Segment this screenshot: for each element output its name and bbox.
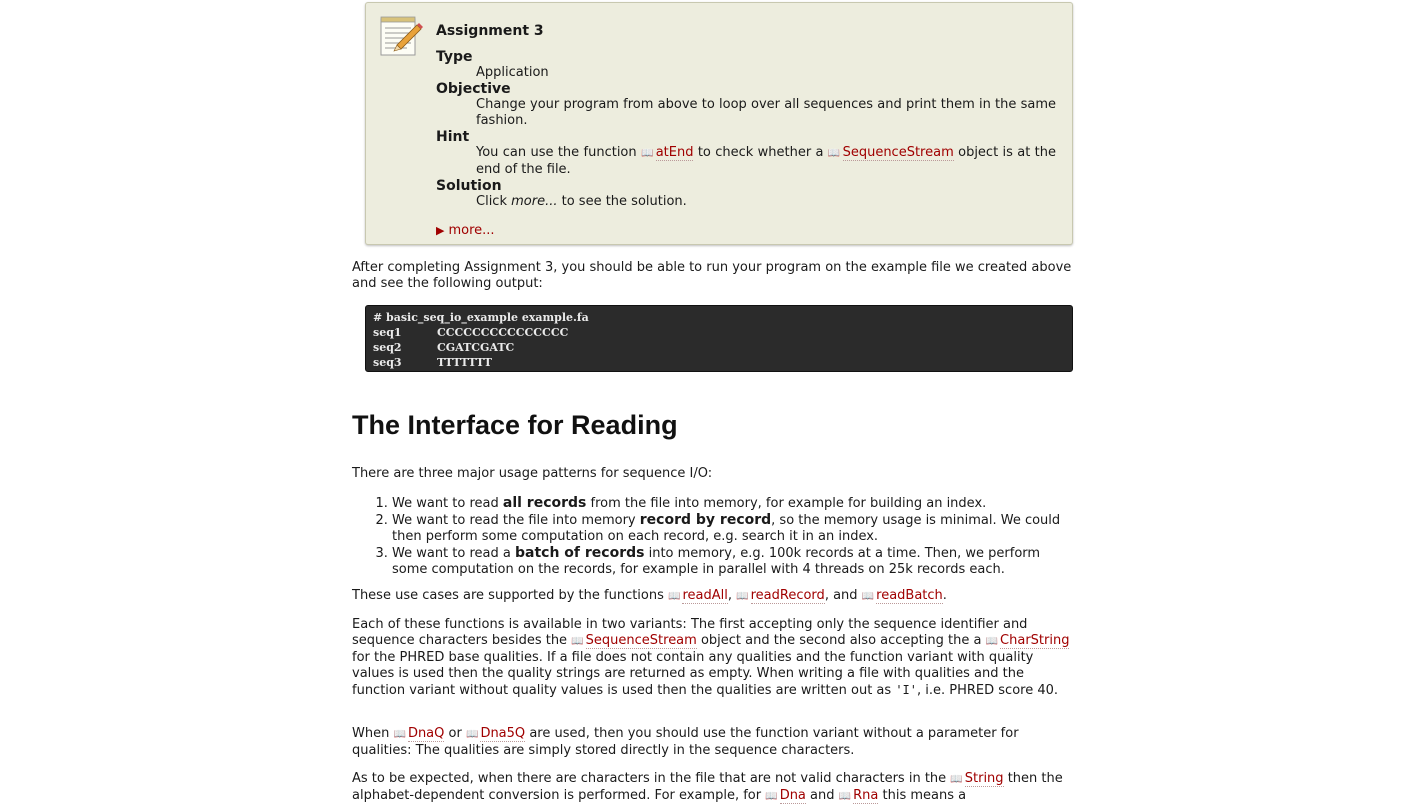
type-value: Application xyxy=(476,65,549,80)
code-row: seq3 TTTTTTT xyxy=(373,355,1065,370)
rna-link[interactable]: Rna xyxy=(853,788,879,804)
code-seq-name: seq2 xyxy=(373,341,402,354)
code-row: seq2 CGATCGATC xyxy=(373,340,1065,355)
solution-em: more... xyxy=(511,194,558,209)
intro-text: There are three major usage patterns for… xyxy=(352,466,713,481)
expected-text: As to be expected, when there are charac… xyxy=(352,771,1063,804)
notepad-pencil-icon xyxy=(380,16,423,56)
dnaq-text: When 📖 DnaQ or 📖 Dna5Q are used, then you … xyxy=(352,726,1019,758)
code-seq-value: CCCCCCCCCCCCCCC xyxy=(437,326,569,339)
book-icon: 📖 xyxy=(985,636,999,647)
quality-char-code: 'I' xyxy=(895,683,917,697)
sequencestream-link[interactable]: SequenceStream xyxy=(585,633,697,649)
variants-text: Each of these functions is available in … xyxy=(352,617,1070,698)
solution-label: Solution xyxy=(436,178,502,194)
dna5q-link[interactable]: Dna5Q xyxy=(480,726,526,742)
solution-post: to see the solution. xyxy=(561,194,687,209)
objective-text: Change your program from above to loop o… xyxy=(476,97,1056,128)
string-link[interactable]: String xyxy=(964,771,1004,787)
book-icon: 📖 xyxy=(641,148,654,159)
solution-pre: Click xyxy=(476,194,507,209)
hint-mid: to check whether a xyxy=(697,145,824,160)
code-row: seq1 CCCCCCCCCCCCCCC xyxy=(373,325,1065,340)
more-toggle[interactable]: ▶ more... xyxy=(436,223,1056,239)
assignment-title: Assignment 3 xyxy=(436,23,544,39)
code-command: # basic_seq_io_example example.fa xyxy=(373,311,589,324)
triangle-right-icon: ▶ xyxy=(436,224,445,237)
list-item: We want to read a batch of records into … xyxy=(392,545,1077,578)
book-icon: 📖 xyxy=(827,148,841,159)
after-assignment-text: After completing Assignment 3, you shoul… xyxy=(352,260,1072,291)
code-seq-name: seq3 xyxy=(373,356,402,369)
assignment-box: Assignment 3 Type Application Objective … xyxy=(365,2,1073,245)
more-link[interactable]: more... xyxy=(448,223,494,238)
page-content: Assignment 3 Type Application Objective … xyxy=(352,0,1077,804)
code-seq-value: CGATCGATC xyxy=(437,341,515,354)
charstring-link[interactable]: CharString xyxy=(1000,633,1070,649)
book-icon: 📖 xyxy=(571,636,584,647)
sequencestream-link[interactable]: SequenceStream xyxy=(842,145,954,161)
usecases-text: These use cases are supported by the fun… xyxy=(352,588,947,604)
book-icon: 📖 xyxy=(465,729,479,740)
type-label: Type xyxy=(436,49,473,65)
book-icon: 📖 xyxy=(861,591,875,602)
book-icon: 📖 xyxy=(668,591,681,602)
code-seq-name: seq1 xyxy=(373,326,402,339)
hint-label: Hint xyxy=(436,129,470,145)
section-heading: The Interface for Reading xyxy=(352,410,678,440)
code-output-box: # basic_seq_io_example example.fa seq1 CC… xyxy=(365,305,1073,372)
dnaq-link[interactable]: DnaQ xyxy=(407,726,445,742)
list-item: We want to read the file into memory rec… xyxy=(392,512,1077,545)
readbatch-link[interactable]: readBatch xyxy=(876,588,943,604)
usage-pattern-list: We want to read all records from the fil… xyxy=(352,495,1077,578)
list-item: We want to read all records from the fil… xyxy=(392,495,1077,512)
objective-label: Objective xyxy=(436,81,511,97)
readall-link[interactable]: readAll xyxy=(682,588,728,604)
hint-text: You can use the function 📖 atEnd to check… xyxy=(476,145,1056,178)
solution-text: Click more... to see the solution. xyxy=(476,194,1056,210)
atend-link[interactable]: atEnd xyxy=(655,145,694,161)
readrecord-link[interactable]: readRecord xyxy=(750,588,825,604)
code-seq-value: TTTTTTT xyxy=(437,356,492,369)
book-icon: 📖 xyxy=(393,729,406,740)
dna-link[interactable]: Dna xyxy=(779,788,806,804)
book-icon: 📖 xyxy=(950,774,963,785)
hint-pre: You can use the function xyxy=(476,145,637,160)
book-icon: 📖 xyxy=(736,591,749,602)
